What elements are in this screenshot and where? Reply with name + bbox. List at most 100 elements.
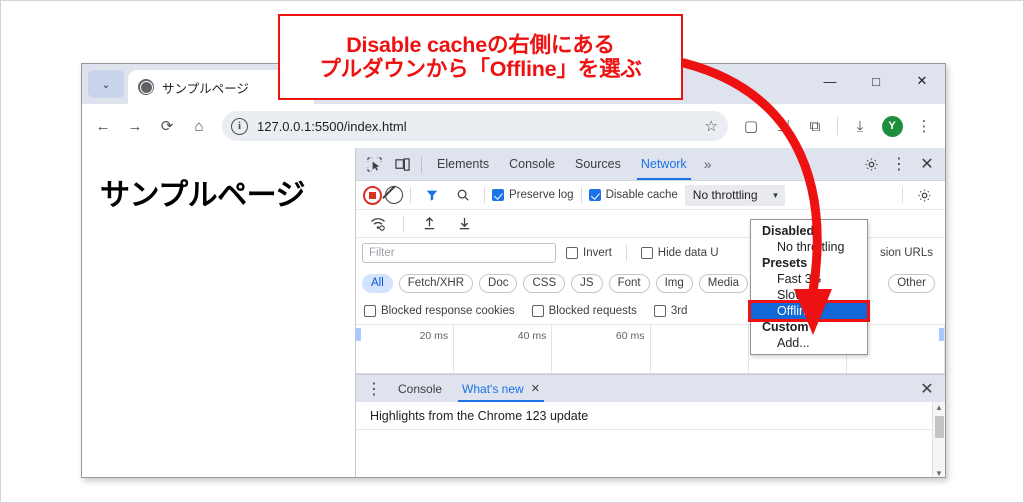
drawer-tab-console[interactable]: Console	[388, 375, 452, 402]
timeline-cell: 60 ms	[552, 325, 651, 373]
checkbox-box	[531, 305, 544, 317]
timeline-cell: 40 ms	[454, 325, 553, 373]
devtools-drawer: ⋮ Console What's new ✕ ✕ Highlights from…	[356, 374, 945, 477]
devtools-kebab-icon[interactable]: ⋮	[885, 151, 913, 177]
invert-checkbox[interactable]: Invert	[566, 247, 612, 259]
scrollbar-thumb[interactable]	[935, 416, 944, 438]
blocked-requests-checkbox[interactable]: Blocked requests	[531, 305, 637, 317]
dropdown-item-no-throttling[interactable]: No throttling	[751, 239, 867, 255]
tab-network[interactable]: Network	[631, 148, 697, 180]
dropdown-item-slow-3g[interactable]: Slow 3G	[751, 287, 867, 303]
devtools-close-icon[interactable]: ✕	[913, 151, 941, 177]
site-info-icon[interactable]: i	[231, 117, 248, 135]
checkbox-box	[492, 189, 504, 201]
pill-fetch-xhr[interactable]: Fetch/XHR	[398, 273, 474, 293]
tab-sources[interactable]: Sources	[565, 148, 631, 180]
blocked-requests-label: Blocked requests	[548, 305, 637, 317]
blocked-response-cookies-checkbox[interactable]: Blocked response cookies	[364, 305, 515, 317]
annotation-line-1: Disable cacheの右側にある	[346, 32, 615, 57]
maximize-button[interactable]: □	[853, 64, 899, 98]
home-icon[interactable]: ⌂	[184, 111, 214, 141]
scroll-up-icon[interactable]: ▲	[935, 403, 943, 412]
back-icon[interactable]: ←	[88, 111, 118, 141]
tab-console[interactable]: Console	[499, 148, 565, 180]
pill-css[interactable]: CSS	[523, 273, 566, 293]
tab-elements[interactable]: Elements	[427, 148, 499, 180]
clear-button[interactable]	[385, 186, 403, 204]
dropdown-offline-wrapper: Offline	[748, 300, 870, 322]
image-frame: ⌄ サンプルページ ✕ — □ ✕ ← → ⟳ ⌂ i 127.0.0.1:55…	[0, 0, 1024, 503]
preserve-log-checkbox[interactable]: Preserve log	[492, 189, 574, 201]
checkbox-box	[364, 305, 376, 317]
filter-separator	[625, 245, 627, 261]
drawer-close-icon[interactable]: ✕	[913, 376, 941, 402]
pill-doc[interactable]: Doc	[479, 273, 518, 293]
drawer-tab-whats-new-label: What's new	[462, 381, 524, 396]
drawer-kebab-icon[interactable]: ⋮	[360, 376, 388, 402]
checkbox-box	[653, 305, 666, 317]
tab-search-icon[interactable]: ⌄	[88, 70, 124, 98]
globe-icon	[138, 79, 154, 95]
disable-cache-checkbox[interactable]: Disable cache	[588, 189, 678, 201]
timeline-handle-right[interactable]	[939, 328, 944, 341]
dropdown-item-add[interactable]: Add...	[751, 335, 867, 351]
dropdown-group-custom: Custom	[762, 320, 809, 334]
forward-icon[interactable]: →	[120, 111, 150, 141]
chrome-menu-icon[interactable]: ⋮	[909, 111, 939, 141]
side-panel-icon[interactable]: ▢	[736, 111, 766, 141]
scroll-down-icon[interactable]: ▼	[935, 469, 943, 477]
record-button[interactable]	[363, 185, 382, 205]
filter-input[interactable]: Filter	[362, 243, 556, 263]
close-window-button[interactable]: ✕	[899, 64, 945, 98]
timeline-label-60ms: 60 ms	[615, 330, 645, 342]
window-controls: — □ ✕	[807, 64, 945, 98]
pill-media[interactable]: Media	[698, 273, 749, 293]
close-icon[interactable]: ✕	[531, 382, 540, 395]
pill-all[interactable]: All	[362, 273, 393, 293]
tab-title: サンプルページ	[162, 81, 249, 96]
pill-font[interactable]: Font	[608, 273, 650, 293]
filter-funnel-icon[interactable]	[418, 182, 446, 208]
minimize-button[interactable]: —	[807, 64, 853, 98]
disable-cache-label: Disable cache	[605, 189, 678, 201]
address-bar[interactable]: i 127.0.0.1:5500/index.html ☆	[222, 111, 728, 141]
pill-js[interactable]: JS	[571, 273, 603, 293]
throttling-dropdown[interactable]: No throttling ▼	[684, 184, 786, 206]
url-text: 127.0.0.1:5500/index.html	[257, 118, 407, 134]
reload-icon[interactable]: ⟳	[152, 111, 182, 141]
timeline-label-20ms: 20 ms	[419, 330, 449, 342]
cast-icon[interactable]: ⇲	[768, 111, 798, 141]
drawer-scrollbar[interactable]: ▲ ▼	[932, 402, 945, 477]
drawer-tab-whats-new[interactable]: What's new ✕	[452, 375, 550, 402]
throttling-dropdown-menu: Disabled No throttling Presets Fast 3G S…	[748, 219, 870, 355]
network-settings-gear-icon[interactable]	[910, 182, 938, 208]
dropdown-item-offline[interactable]: Offline	[751, 303, 867, 319]
third-party-requests-label: 3rd	[670, 305, 688, 317]
avatar[interactable]: Y	[877, 111, 907, 141]
toolbar-separator-4	[902, 187, 903, 203]
inspect-element-icon[interactable]	[360, 151, 388, 177]
export-har-icon[interactable]	[450, 211, 478, 237]
third-party-requests-checkbox[interactable]: 3rd	[653, 305, 688, 317]
timeline-cell: 20 ms	[356, 325, 455, 373]
dropdown-group-presets: Presets	[762, 256, 808, 270]
page-title: サンプルページ	[100, 179, 306, 212]
device-toolbar-icon[interactable]	[388, 151, 416, 177]
hide-extension-urls-label[interactable]: sion URLs	[880, 247, 933, 259]
whats-new-headline: Highlights from the Chrome 123 update	[356, 402, 945, 430]
bookmark-star-icon[interactable]: ☆	[705, 117, 718, 135]
hide-data-urls-checkbox[interactable]: Hide data U	[640, 247, 719, 259]
wifi-settings-icon[interactable]	[364, 211, 392, 237]
pill-img[interactable]: Img	[655, 273, 693, 293]
download-icon[interactable]: ⤓	[845, 111, 875, 141]
pill-other[interactable]: Other	[888, 273, 935, 293]
import-har-icon[interactable]	[415, 211, 443, 237]
settings-gear-icon[interactable]	[857, 151, 885, 177]
drawer-content: Highlights from the Chrome 123 update ▲ …	[356, 402, 945, 477]
avatar-initial: Y	[881, 115, 903, 137]
preserve-log-label: Preserve log	[509, 189, 574, 201]
dropdown-item-fast-3g[interactable]: Fast 3G	[751, 271, 867, 287]
extensions-icon[interactable]: ⧉	[800, 111, 830, 141]
search-icon[interactable]	[449, 182, 477, 208]
more-tabs-icon[interactable]: »	[697, 156, 719, 172]
